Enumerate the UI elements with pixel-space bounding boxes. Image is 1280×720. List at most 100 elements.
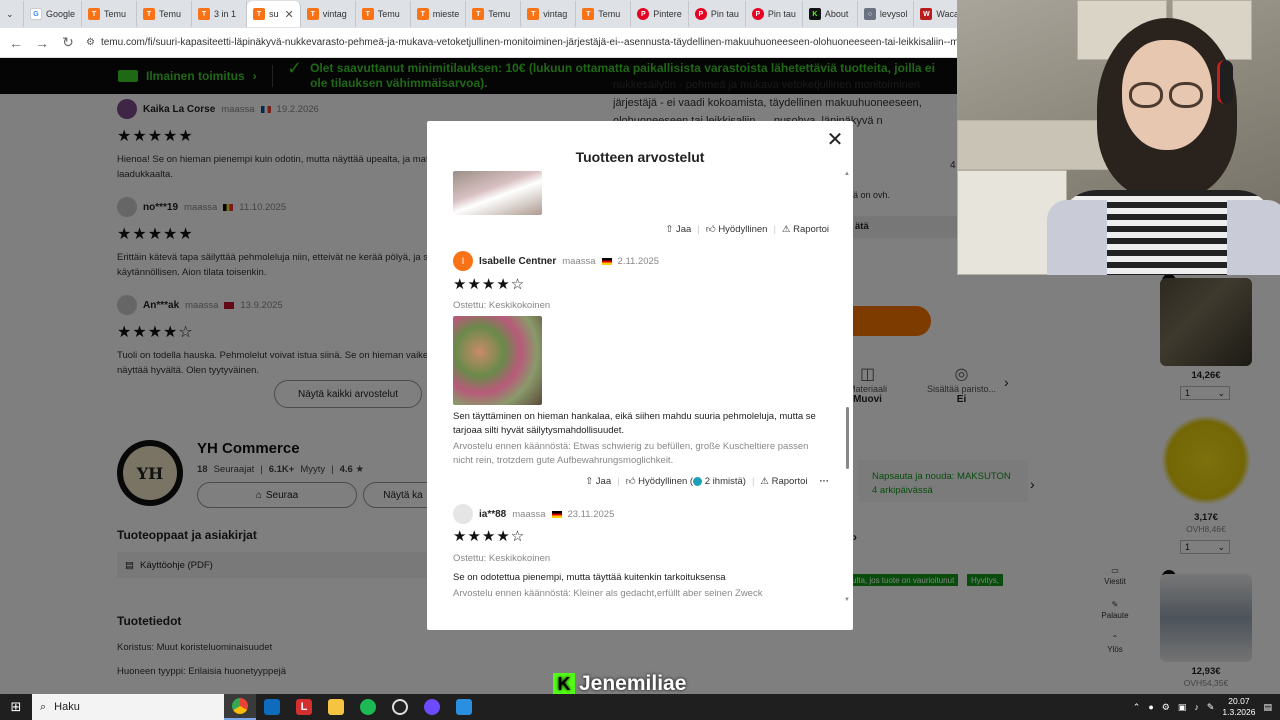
taskbar-chrome[interactable] bbox=[224, 694, 256, 720]
chevron-up-icon[interactable]: ⌃ bbox=[1133, 702, 1141, 713]
l-app-icon: L bbox=[296, 699, 312, 715]
tab-vintage-2[interactable]: Tvintag bbox=[521, 1, 577, 27]
tab-temu-4[interactable]: T Temu bbox=[356, 1, 411, 27]
settings-icon[interactable]: ⚙ bbox=[1162, 702, 1170, 713]
taskbar-l-app[interactable]: L bbox=[288, 694, 320, 720]
site-info-icon[interactable]: ⚙ bbox=[86, 37, 95, 48]
scroll-up-arrow[interactable]: ▲ bbox=[844, 171, 850, 177]
review-header: I Isabelle Centner maassa 2.11.2025 bbox=[453, 251, 659, 271]
share-button[interactable]: ⇧ Jaa bbox=[665, 224, 691, 235]
tab-active[interactable]: Tsu ✕ bbox=[247, 1, 301, 27]
taskbar-spotify[interactable] bbox=[352, 694, 384, 720]
back-icon[interactable]: ← bbox=[8, 35, 24, 51]
review-actions: ⇧ Jaa | 👍︎ Hyödyllinen | ⚠ Raportoi bbox=[665, 223, 829, 236]
thumbs-up-icon: 👍︎ bbox=[625, 476, 636, 487]
star-rating: ★★★★☆ bbox=[453, 276, 526, 293]
warning-icon: ⚠ bbox=[781, 223, 791, 235]
tab-vintage-1[interactable]: Tvintag bbox=[301, 1, 356, 27]
network-icon[interactable]: ▣ bbox=[1178, 702, 1187, 713]
tab-list-button[interactable]: ⌄ bbox=[0, 1, 24, 27]
modal-title: Tuotteen arvostelut bbox=[575, 149, 705, 165]
review-photo[interactable] bbox=[453, 171, 542, 215]
temu-icon: T bbox=[582, 8, 595, 20]
avatar: I bbox=[453, 251, 473, 271]
purchased-variant: Ostettu: Keskikokoinen bbox=[453, 300, 551, 311]
mic-icon[interactable]: ● bbox=[1148, 702, 1153, 712]
waca-icon: W bbox=[920, 8, 933, 20]
taskbar: ⊞ ⌕ Haku L ⌃ ● ⚙ ▣ ♪ ✎ 20.07 1.3.2026 ▤ bbox=[0, 694, 1280, 720]
temu-icon: T bbox=[143, 8, 156, 20]
tab-pinterest-1[interactable]: P Pintere bbox=[631, 1, 689, 27]
thumbs-up-icon: 👍︎ bbox=[705, 224, 716, 235]
temu-icon: T bbox=[253, 8, 266, 20]
tab-about[interactable]: K About bbox=[803, 1, 858, 27]
scrollbar-thumb[interactable] bbox=[846, 407, 849, 469]
url-field[interactable]: ⚙ temu.com/fi/suuri-kapasiteetti-läpinäk… bbox=[86, 37, 1002, 48]
globe-icon: ○ bbox=[863, 8, 876, 20]
pen-icon[interactable]: ✎ bbox=[1207, 702, 1215, 713]
taskbar-search[interactable]: ⌕ Haku bbox=[32, 694, 224, 720]
taskbar-obs[interactable] bbox=[384, 694, 416, 720]
start-button[interactable]: ⊞ bbox=[0, 694, 32, 720]
original-review-text: Arvostelu ennen käännöstä: Kleiner als g… bbox=[453, 588, 763, 599]
temu-icon: T bbox=[88, 8, 101, 20]
report-button[interactable]: ⚠ Raportoi bbox=[760, 476, 807, 487]
modal-reviews-list: ⇧ Jaa | 👍︎ Hyödyllinen | ⚠ Raportoi I Is… bbox=[453, 171, 829, 607]
tab-levysol[interactable]: ○ levysol bbox=[858, 1, 915, 27]
pinterest-icon: P bbox=[637, 8, 650, 20]
app-icon bbox=[424, 699, 440, 715]
taskbar-app-purple[interactable] bbox=[416, 694, 448, 720]
system-tray: ⌃ ● ⚙ ▣ ♪ ✎ 20.07 1.3.2026 ▤ bbox=[1133, 696, 1280, 718]
share-button[interactable]: ⇧ Jaa bbox=[585, 476, 611, 487]
helpful-button[interactable]: 👍︎ Hyödyllinen ( 2 ihmistä) bbox=[626, 475, 746, 487]
google-icon: G bbox=[30, 8, 42, 20]
forward-icon[interactable]: → bbox=[34, 35, 50, 51]
search-icon: ⌕ bbox=[40, 700, 47, 713]
tab-temu-2[interactable]: T Temu bbox=[137, 1, 193, 27]
taskbar-explorer[interactable] bbox=[320, 694, 352, 720]
tab-pinterest-3[interactable]: P Pin tau bbox=[746, 1, 803, 27]
webcam-overlay bbox=[957, 0, 1280, 275]
report-button[interactable]: ⚠ Raportoi bbox=[782, 224, 829, 235]
obs-icon bbox=[392, 699, 408, 715]
volume-icon[interactable]: ♪ bbox=[1194, 702, 1199, 712]
scroll-down-arrow[interactable]: ▼ bbox=[844, 597, 850, 603]
flag-icon bbox=[551, 510, 562, 518]
avatar bbox=[453, 504, 473, 524]
review-photo[interactable] bbox=[453, 316, 542, 405]
notifications-icon[interactable]: ▤ bbox=[1263, 702, 1272, 713]
close-icon[interactable]: ✕ bbox=[825, 127, 845, 152]
helpful-avatar-icon bbox=[693, 476, 703, 486]
taskbar-outlook[interactable] bbox=[256, 694, 288, 720]
windows-icon: ⊞ bbox=[10, 699, 22, 714]
clock[interactable]: 20.07 1.3.2026 bbox=[1222, 696, 1255, 718]
more-options-icon[interactable]: ··· bbox=[820, 476, 830, 487]
temu-icon: T bbox=[361, 8, 374, 20]
original-review-text: Arvostelu ennen käännöstä: Etwas schwier… bbox=[453, 441, 809, 466]
reload-icon[interactable]: ↻ bbox=[60, 34, 76, 51]
temu-icon: T bbox=[416, 8, 429, 20]
reviews-modal: Tuotteen arvostelut ✕ ▲ ▼ ⇧ Jaa | 👍︎ Hyö… bbox=[427, 121, 853, 630]
temu-icon: T bbox=[306, 8, 319, 20]
tab-temu-5[interactable]: T Temu bbox=[466, 1, 522, 27]
purchased-variant: Ostettu: Keskikokoinen bbox=[453, 553, 551, 564]
flag-icon bbox=[601, 257, 612, 265]
tab-temu-6[interactable]: T Temu bbox=[576, 1, 632, 27]
close-tab-icon[interactable]: ✕ bbox=[285, 8, 294, 21]
tab-temu-1[interactable]: T Temu bbox=[82, 1, 138, 27]
tab-google[interactable]: G Google bbox=[24, 1, 83, 27]
temu-icon: T bbox=[472, 8, 485, 20]
helpful-button[interactable]: 👍︎ Hyödyllinen bbox=[706, 223, 768, 235]
tab-mieste[interactable]: Tmieste bbox=[411, 1, 467, 27]
tab-temu-3in1[interactable]: T3 in 1 bbox=[192, 1, 248, 27]
kick-logo-icon: K bbox=[553, 673, 575, 695]
temu-icon: T bbox=[527, 8, 540, 20]
temu-icon: T bbox=[198, 8, 211, 20]
reviewer-name: ia**88 bbox=[479, 508, 507, 520]
taskbar-app-blue[interactable] bbox=[448, 694, 480, 720]
tab-pinterest-2[interactable]: P Pin tau bbox=[689, 1, 746, 27]
review-actions: ⇧ Jaa | 👍︎ Hyödyllinen ( 2 ihmistä) | ⚠ … bbox=[585, 475, 830, 488]
share-icon: ⇧ bbox=[665, 223, 674, 235]
share-icon: ⇧ bbox=[585, 475, 594, 487]
review-text: Sen täyttäminen on hieman hankalaa, eikä… bbox=[453, 411, 816, 436]
